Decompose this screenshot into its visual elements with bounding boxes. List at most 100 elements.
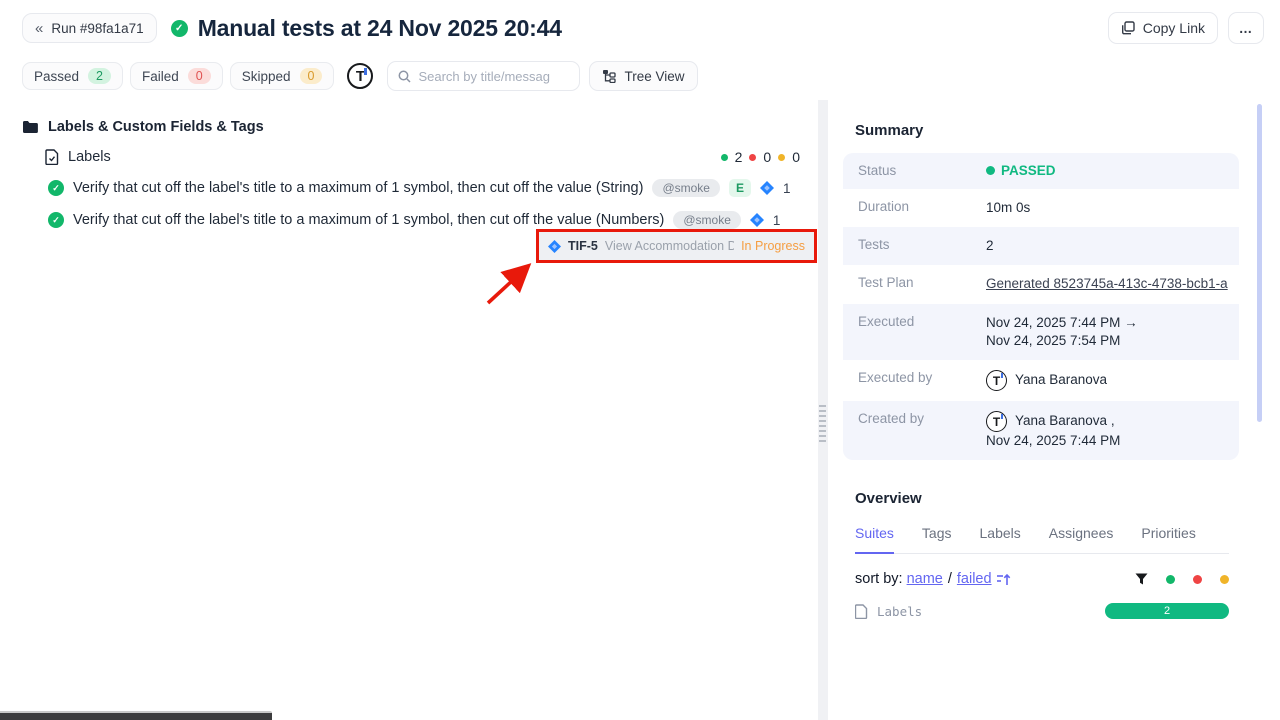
overview-suite-row[interactable]: Labels 2 xyxy=(855,603,1229,619)
executed-value: Nov 24, 2025 7:44 PM → Nov 24, 2025 7:54… xyxy=(986,314,1138,350)
skipped-count-badge: 0 xyxy=(300,68,323,84)
summary-row-createdby: Created by T Yana Baranova , Nov 24, 202… xyxy=(843,401,1239,460)
test-passed-check-icon: ✓ xyxy=(48,212,64,228)
smoke-tag-badge[interactable]: @smoke xyxy=(673,211,741,229)
test-passed-check-icon: ✓ xyxy=(48,180,64,196)
executed-end: Nov 24, 2025 7:54 PM xyxy=(986,333,1120,348)
back-chevron-icon: « xyxy=(35,20,43,37)
run-id-label: Run #98fa1a71 xyxy=(51,21,143,36)
summary-row-testplan: Test Plan Generated 8523745a-413c-4738-b… xyxy=(843,265,1239,303)
search-input[interactable] xyxy=(418,69,569,84)
overview-suite-name: Labels xyxy=(877,604,922,619)
row-label: Duration xyxy=(858,199,986,214)
linked-issue-count: 1 xyxy=(783,181,791,196)
tab-tags[interactable]: Tags xyxy=(922,525,952,553)
tab-labels[interactable]: Labels xyxy=(980,525,1021,553)
summary-row-executed: Executed Nov 24, 2025 7:44 PM → Nov 24, … xyxy=(843,304,1239,360)
sort-by-name-link[interactable]: name xyxy=(907,571,943,587)
failed-label: Failed xyxy=(142,69,179,84)
file-icon xyxy=(855,604,868,619)
search-box[interactable] xyxy=(387,61,580,91)
tree-suite-row[interactable]: Labels 2 0 0 xyxy=(0,142,818,172)
suite-passed-count: 2 xyxy=(735,149,743,165)
filter-skipped-chip[interactable]: Skipped 0 xyxy=(230,62,335,90)
legend-passed-dot-icon[interactable] xyxy=(1166,575,1175,584)
test-title: Verify that cut off the label's title to… xyxy=(73,212,664,228)
sort-separator: / xyxy=(948,571,952,587)
sort-direction-icon[interactable] xyxy=(996,573,1011,586)
tab-suites[interactable]: Suites xyxy=(855,525,894,554)
executed-by-value: T Yana Baranova xyxy=(986,370,1107,391)
suite-failed-count: 0 xyxy=(763,149,771,165)
tree-folder-row[interactable]: Labels & Custom Fields & Tags xyxy=(0,112,818,142)
failed-dot-icon xyxy=(749,154,756,161)
status-value: PASSED xyxy=(986,163,1056,178)
executed-start: Nov 24, 2025 7:44 PM → xyxy=(986,315,1138,330)
test-title: Verify that cut off the label's title to… xyxy=(73,180,643,196)
skipped-dot-icon xyxy=(778,154,785,161)
passed-status-dot-icon xyxy=(986,166,995,175)
suite-counts: 2 0 0 xyxy=(721,149,800,165)
filter-passed-chip[interactable]: Passed 2 xyxy=(22,62,123,90)
legend-skipped-dot-icon[interactable] xyxy=(1220,575,1229,584)
summary-row-executedby: Executed by T Yana Baranova xyxy=(843,360,1239,401)
linked-issue-popup[interactable]: TIF-5 View Accommodation Det... In Progr… xyxy=(536,229,817,263)
header-actions: Copy Link … xyxy=(1108,12,1264,44)
copy-link-button[interactable]: Copy Link xyxy=(1108,12,1218,44)
row-label: Test Plan xyxy=(858,275,986,290)
tab-priorities[interactable]: Priorities xyxy=(1141,525,1195,553)
filter-failed-chip[interactable]: Failed 0 xyxy=(130,62,223,90)
row-label: Tests xyxy=(858,237,986,252)
tree-view-label: Tree View xyxy=(624,69,684,84)
copy-icon xyxy=(1121,21,1135,35)
suite-skipped-count: 0 xyxy=(792,149,800,165)
back-to-run-button[interactable]: « Run #98fa1a71 xyxy=(22,13,157,43)
search-icon xyxy=(398,70,411,83)
test-tree-pane: Labels & Custom Fields & Tags Labels 2 0… xyxy=(0,100,818,720)
pane-resize-divider[interactable] xyxy=(818,100,828,720)
sort-by-label: sort by: xyxy=(855,571,903,587)
copy-link-label: Copy Link xyxy=(1143,20,1205,36)
run-passed-check-icon: ✓ xyxy=(171,20,188,37)
row-label: Executed by xyxy=(858,370,986,385)
sort-by-failed-link[interactable]: failed xyxy=(957,571,992,587)
user-avatar[interactable]: T xyxy=(347,63,373,89)
suite-name: Labels xyxy=(68,149,111,165)
legend-failed-dot-icon[interactable] xyxy=(1193,575,1202,584)
test-run-page: « Run #98fa1a71 ✓ Manual tests at 24 Nov… xyxy=(0,0,1280,720)
test-plan-link[interactable]: Generated 8523745a-413c-4738-bcb1-a xyxy=(986,275,1228,293)
folder-name: Labels & Custom Fields & Tags xyxy=(48,119,264,135)
issue-title: View Accommodation Det... xyxy=(605,239,734,253)
tree-view-button[interactable]: Tree View xyxy=(589,61,697,91)
smoke-tag-badge[interactable]: @smoke xyxy=(652,179,720,197)
background-window-edge[interactable] xyxy=(0,711,272,720)
env-badge[interactable]: E xyxy=(729,179,751,197)
drag-handle-icon[interactable] xyxy=(819,405,826,443)
test-row-string[interactable]: ✓ Verify that cut off the label's title … xyxy=(0,172,818,204)
created-by-value: T Yana Baranova , Nov 24, 2025 7:44 PM xyxy=(986,411,1120,450)
issue-status-badge: In Progress xyxy=(741,239,805,253)
passed-count-bar[interactable]: 2 xyxy=(1105,603,1229,619)
passed-count-badge: 2 xyxy=(88,68,111,84)
summary-row-duration: Duration 10m 0s xyxy=(843,189,1239,227)
passed-label: Passed xyxy=(34,69,79,84)
jira-icon[interactable] xyxy=(750,213,764,227)
header: « Run #98fa1a71 ✓ Manual tests at 24 Nov… xyxy=(0,0,1280,56)
page-title: Manual tests at 24 Nov 2025 20:44 xyxy=(198,15,562,42)
created-by-name: Yana Baranova , xyxy=(1015,412,1115,430)
more-actions-button[interactable]: … xyxy=(1228,12,1264,44)
jira-icon xyxy=(548,240,561,253)
executed-by-name: Yana Baranova xyxy=(1015,371,1107,389)
tab-assignees[interactable]: Assignees xyxy=(1049,525,1114,553)
tree-view-icon xyxy=(602,69,616,83)
summary-row-status: Status PASSED xyxy=(843,153,1239,189)
duration-value: 10m 0s xyxy=(986,199,1030,217)
vertical-scrollbar-thumb[interactable] xyxy=(1257,104,1262,422)
row-label: Created by xyxy=(858,411,986,426)
overview-heading: Overview xyxy=(855,490,1280,507)
jira-icon[interactable] xyxy=(760,181,774,195)
filter-funnel-icon[interactable] xyxy=(1135,573,1148,585)
filter-bar: Passed 2 Failed 0 Skipped 0 T Tree View xyxy=(0,60,1280,92)
folder-icon xyxy=(22,120,39,134)
sort-row: sort by: name / failed xyxy=(855,571,1229,587)
